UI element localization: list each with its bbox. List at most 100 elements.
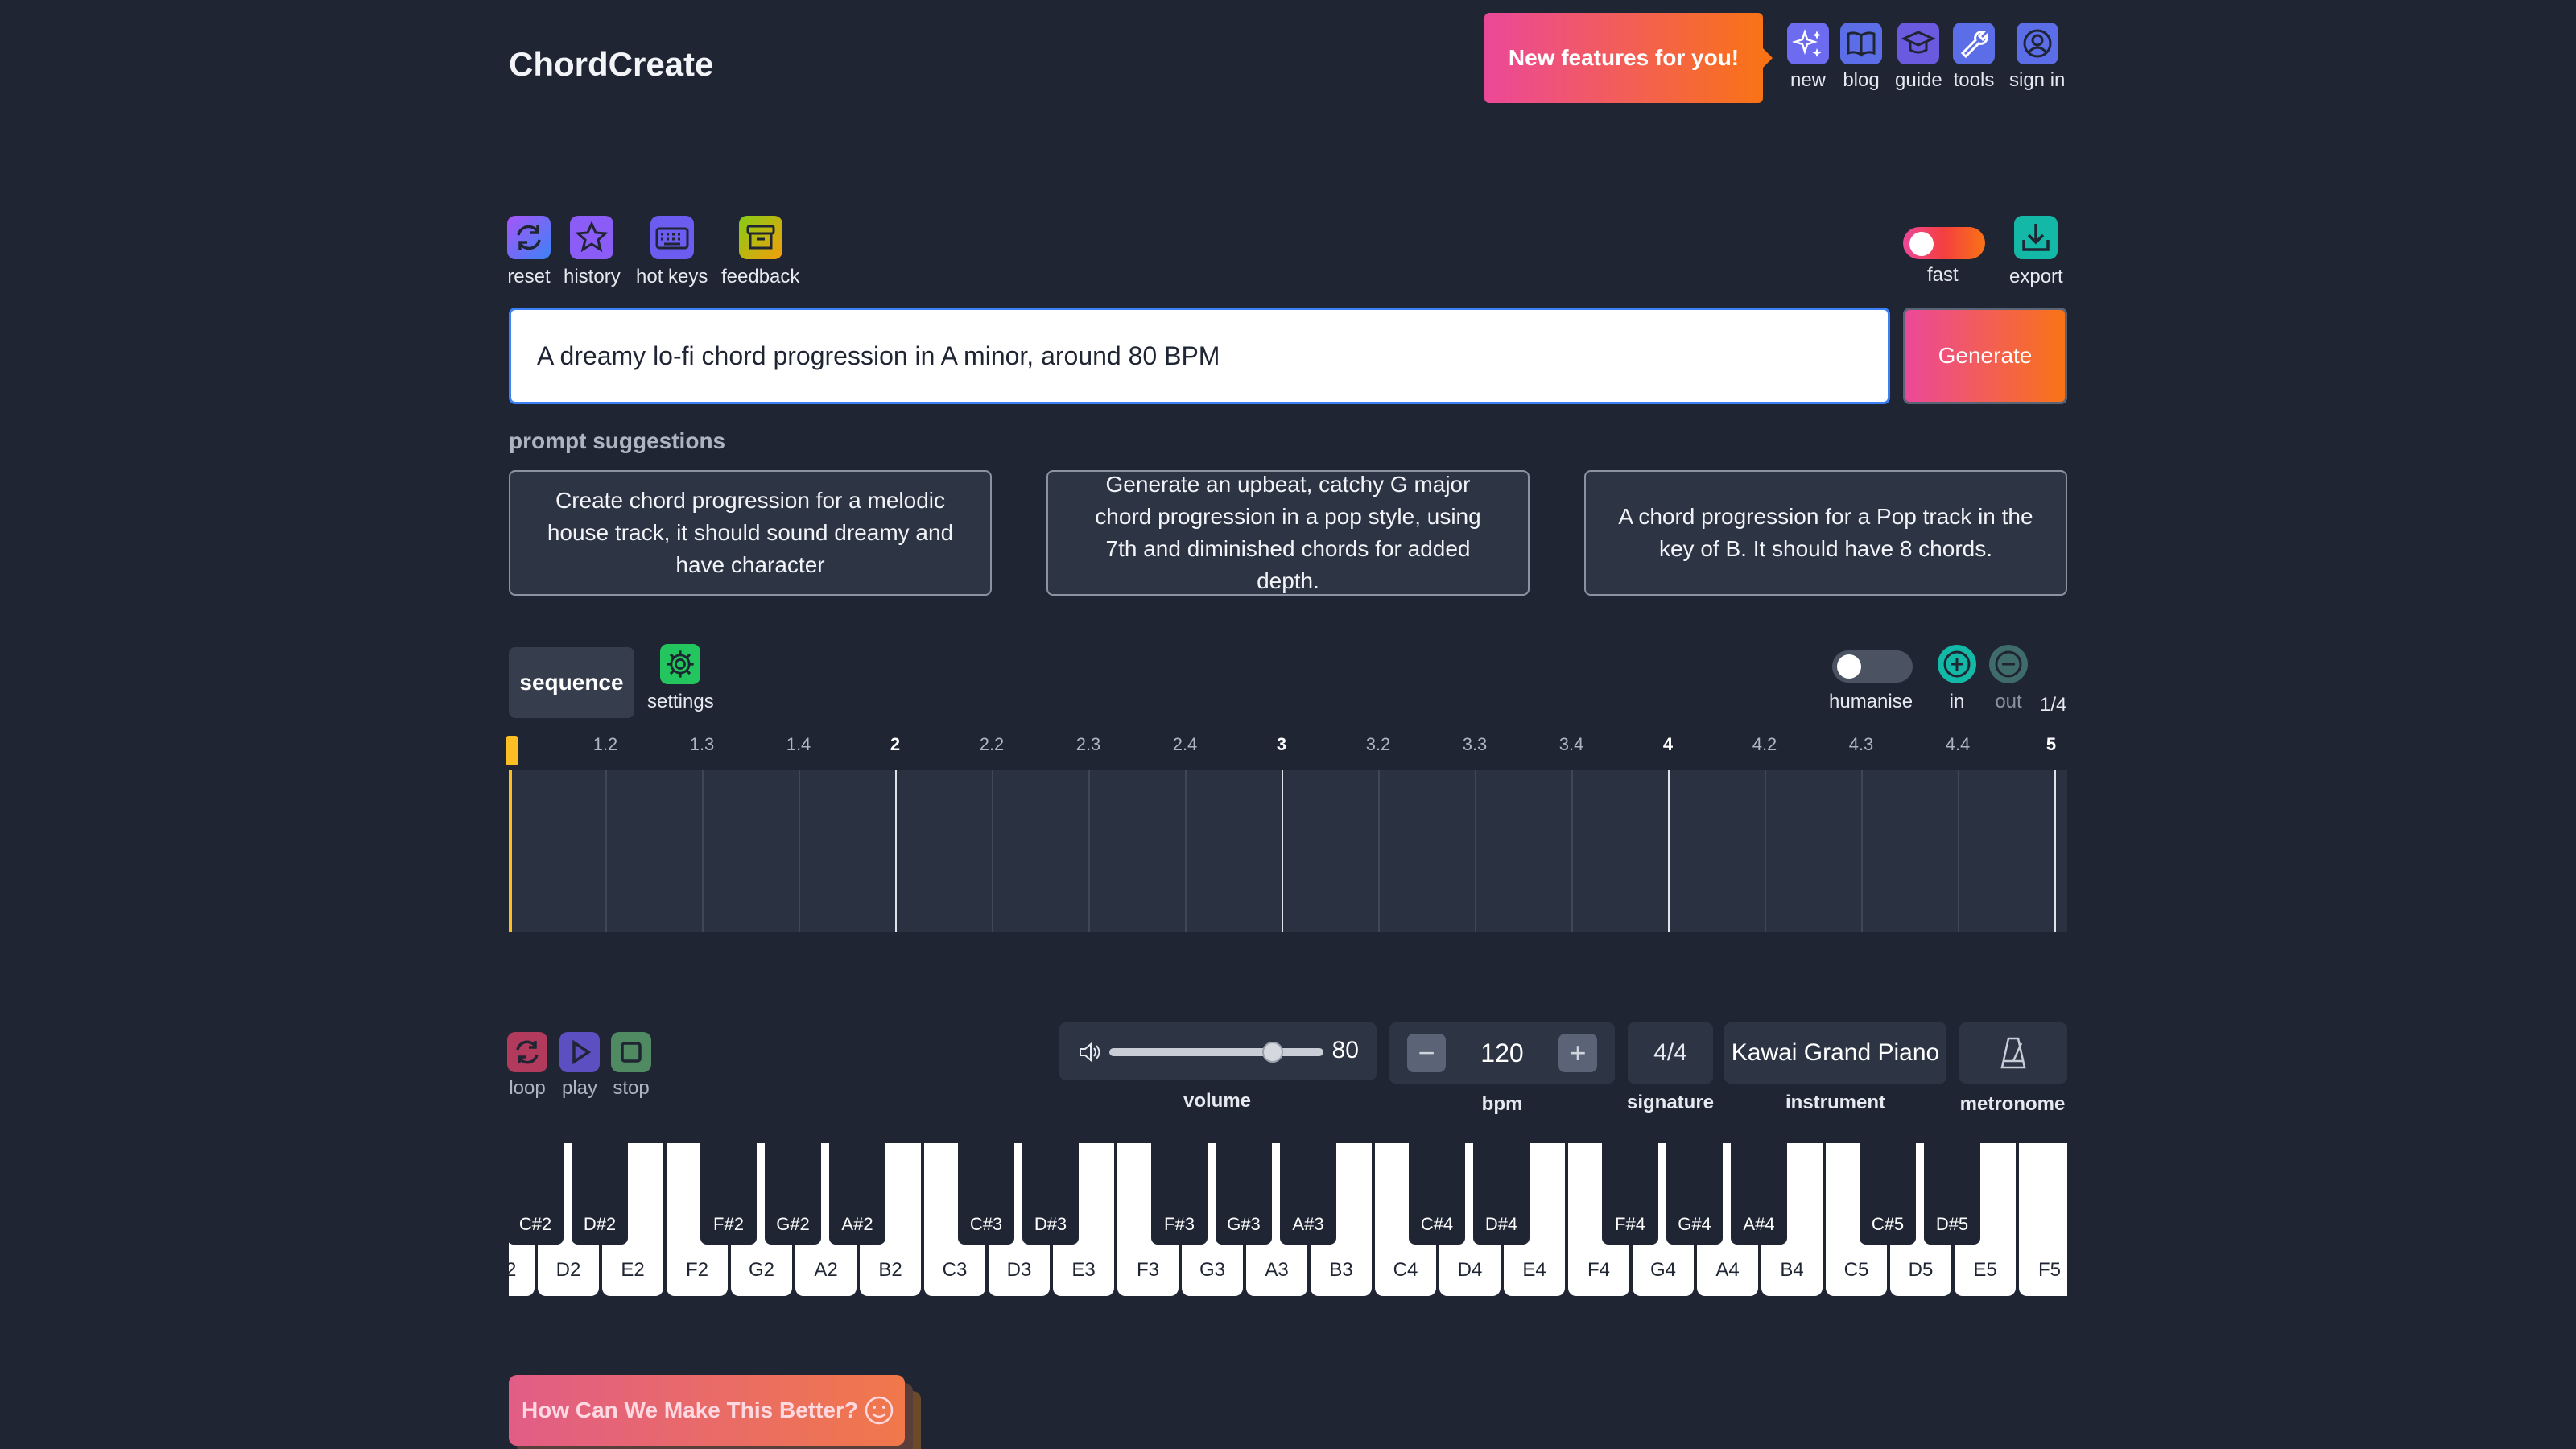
timeline-ruler[interactable]: 1.2 1.3 1.4 2 2.2 2.3 2.4 3 3.2 3.3 3.4 4 4.2 4.3 4.4 5 [509,724,2067,770]
instrument-label: instrument [1785,1092,1886,1113]
new-features-banner[interactable]: New features for you! [1484,13,1773,103]
feedback-button[interactable]: feedback [721,216,799,288]
app-logo[interactable]: ChordCreate [509,45,713,84]
piano-key-black[interactable]: A#3 [1280,1143,1336,1245]
feedback-widget-button[interactable]: How Can We Make This Better? [509,1375,905,1446]
play-button[interactable]: play [559,1032,600,1100]
export-label: export [2009,266,2063,287]
bpm-label: bpm [1481,1093,1523,1115]
grid-line [1378,770,1380,932]
volume-slider-thumb[interactable] [1262,1042,1283,1063]
piano-key-white[interactable]: F5 [2019,1143,2067,1296]
grid-line [1571,770,1573,932]
generate-button[interactable]: Generate [1903,308,2067,404]
grid-line [1668,770,1670,932]
piano-key-black[interactable]: G#3 [1216,1143,1272,1245]
zoom-in-label: in [1949,691,1965,712]
settings-label: settings [647,691,714,712]
reset-label: reset [507,266,551,287]
grid-line [1765,770,1766,932]
export-button[interactable]: export [2009,216,2063,288]
piano-key-black[interactable]: G#2 [765,1143,821,1245]
piano-key-black[interactable]: C#4 [1409,1143,1465,1245]
ruler-tick: 4.2 [1752,734,1777,754]
piano-key-black[interactable]: C#3 [958,1143,1014,1245]
star-icon [570,216,614,259]
piano-key-black[interactable]: D#4 [1473,1143,1530,1245]
piano-key-black[interactable]: F#3 [1151,1143,1208,1245]
piano-keyboard: C2D2E2F2G2A2B2C3D3E3F3G3A3B3C4D4E4F4G4A4… [509,1143,2067,1296]
prompt-input[interactable] [509,308,1890,404]
volume-slider[interactable] [1109,1048,1323,1056]
nav-tools[interactable]: tools [1953,23,1995,92]
nav-label: guide [1895,69,1942,91]
fast-label: fast [1927,264,1959,286]
history-button[interactable]: history [564,216,621,288]
zoom-in-button[interactable]: in [1937,644,1977,713]
volume-control: 80 [1059,1022,1377,1080]
humanise-toggle[interactable] [1832,650,1913,683]
suggestion-card[interactable]: A chord progression for a Pop track in t… [1584,470,2067,596]
ruler-tick: 1.4 [786,734,811,754]
stop-label: stop [613,1077,650,1099]
keyboard-icon [650,216,694,259]
sparkles-icon [1787,23,1829,64]
grid-line [1185,770,1187,932]
ruler-tick: 5 [2046,734,2057,754]
zoom-out-icon [1989,645,2028,683]
ruler-tick: 2.4 [1172,734,1198,754]
instrument-select[interactable]: Kawai Grand Piano [1724,1022,1946,1084]
ruler-tick: 1.3 [689,734,715,754]
fast-toggle[interactable] [1903,227,1985,259]
stop-button[interactable]: stop [611,1032,651,1100]
ruler-tick: 3 [1276,734,1287,754]
zoom-in-icon [1938,645,1976,683]
ruler-tick: 2 [890,734,901,754]
suggestion-card[interactable]: Generate an upbeat, catchy G major chord… [1046,470,1530,596]
tab-sequence[interactable]: sequence [509,647,634,718]
hot-keys-button[interactable]: hot keys [636,216,708,288]
piano-key-black[interactable]: D#2 [572,1143,628,1245]
nav-new[interactable]: new [1787,23,1829,92]
suggestion-card[interactable]: Create chord progression for a melodic h… [509,470,992,596]
loop-button[interactable]: loop [507,1032,547,1100]
piano-key-black[interactable]: G#4 [1666,1143,1723,1245]
grid-line [2054,770,2056,932]
playhead[interactable] [509,770,512,932]
piano-key-black[interactable]: F#2 [700,1143,757,1245]
loop-icon [507,1032,547,1072]
piano-key-black[interactable]: F#4 [1602,1143,1658,1245]
ruler-tick: 4.4 [1945,734,1971,754]
nav-label: new [1790,69,1827,91]
speaker-icon [1080,1042,1100,1063]
piano-key-black[interactable]: C#5 [1860,1143,1916,1245]
reset-button[interactable]: reset [507,216,551,288]
grid-line [799,770,800,932]
piano-key-black[interactable]: D#3 [1022,1143,1079,1245]
piano-key-black[interactable]: A#2 [829,1143,886,1245]
piano-key-black[interactable]: D#5 [1924,1143,1980,1245]
piano-key-black[interactable]: C#2 [509,1143,564,1245]
grid-line [1088,770,1090,932]
volume-label: volume [1183,1090,1252,1112]
play-icon [559,1032,600,1072]
sequence-grid[interactable] [509,770,2067,932]
nav-blog[interactable]: blog [1840,23,1882,92]
piano-key-black[interactable]: A#4 [1731,1143,1787,1245]
feedback-label: feedback [721,266,800,287]
time-signature-select[interactable]: 4/4 [1628,1022,1713,1084]
feedback-widget-label: How Can We Make This Better? [522,1397,859,1422]
wrench-icon [1953,23,1995,64]
smiley-icon [865,1396,894,1425]
ruler-tick: 3.3 [1462,734,1488,754]
metronome-button[interactable] [1959,1022,2067,1084]
nav-guide[interactable]: guide [1895,23,1942,92]
volume-value: 80 [1331,1037,1359,1063]
bpm-increase-button[interactable]: + [1558,1034,1597,1072]
grid-line [992,770,993,932]
gear-icon [660,644,701,684]
settings-button[interactable]: settings [647,644,714,713]
nav-sign-in[interactable]: sign in [2009,23,2065,92]
signature-label: signature [1626,1092,1715,1113]
zoom-out-button[interactable]: out [1988,644,2029,713]
